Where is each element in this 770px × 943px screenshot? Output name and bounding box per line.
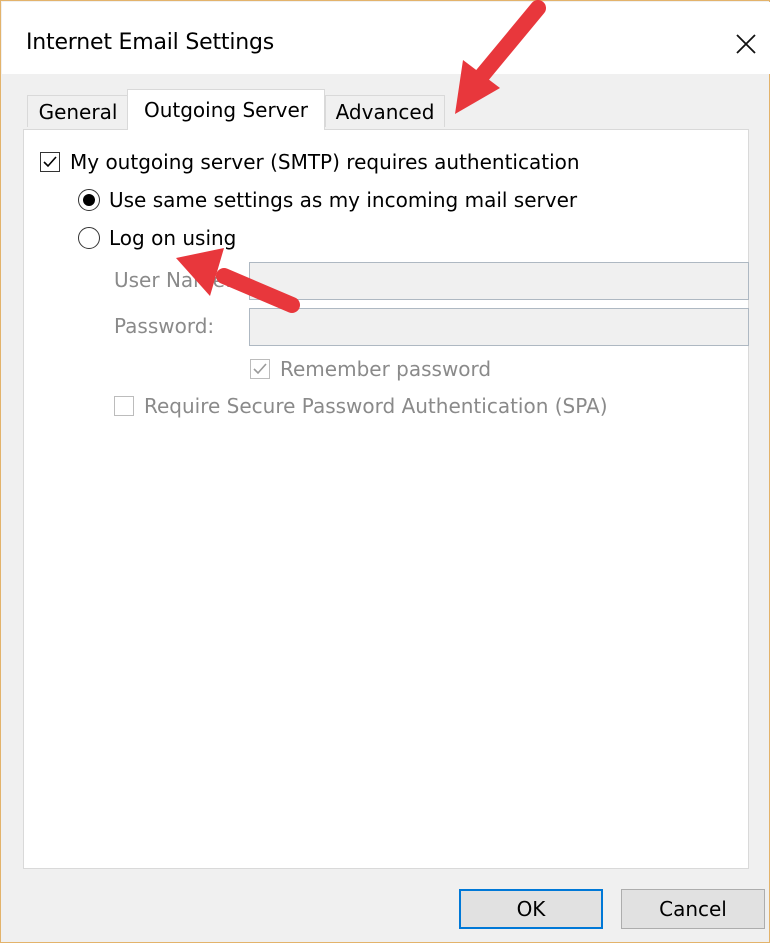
- tab-advanced-label: Advanced: [335, 99, 435, 124]
- tab-outgoing-server-label: Outgoing Server: [143, 98, 309, 122]
- ok-button[interactable]: OK: [459, 889, 603, 929]
- tab-outgoing-server[interactable]: Outgoing Server: [127, 89, 325, 130]
- user-name-label: User Name:: [114, 268, 232, 292]
- tab-strip: General Outgoing Server Advanced: [23, 89, 753, 130]
- radio-same-settings[interactable]: [78, 189, 100, 211]
- radio-same-settings-label: Use same settings as my incoming mail se…: [109, 188, 578, 212]
- radio-same-settings-row[interactable]: Use same settings as my incoming mail se…: [78, 188, 577, 212]
- radio-log-on-using[interactable]: [78, 227, 100, 249]
- password-label-text: Password:: [114, 314, 215, 338]
- close-button[interactable]: [724, 24, 768, 64]
- password-label: Password:: [114, 314, 214, 338]
- close-icon: [736, 34, 756, 54]
- title-bar: Internet Email Settings: [2, 2, 770, 74]
- radio-log-on-row[interactable]: Log on using: [78, 226, 236, 250]
- window-title: Internet Email Settings: [26, 30, 275, 55]
- tab-advanced[interactable]: Advanced: [325, 95, 445, 127]
- cancel-button[interactable]: Cancel: [621, 889, 765, 929]
- remember-password-row[interactable]: Remember password: [250, 357, 491, 381]
- internet-email-settings-dialog: Internet Email Settings General Outgoing…: [0, 0, 770, 943]
- radio-log-on-label: Log on using: [109, 226, 237, 250]
- spa-checkbox[interactable]: [114, 396, 134, 416]
- password-field[interactable]: [249, 308, 749, 346]
- radio-selected-dot: [83, 194, 95, 206]
- tab-general-label: General: [38, 99, 118, 124]
- tab-general[interactable]: General: [27, 95, 129, 127]
- checkmark-icon: [253, 363, 267, 375]
- user-name-label-text: User Name:: [114, 268, 232, 292]
- outgoing-server-panel: My outgoing server (SMTP) requires authe…: [23, 129, 749, 869]
- ok-button-label: OK: [516, 897, 546, 921]
- smtp-auth-checkbox[interactable]: [40, 152, 60, 172]
- user-name-field[interactable]: [249, 262, 749, 300]
- spa-label: Require Secure Password Authentication (…: [144, 394, 608, 418]
- checkmark-icon: [43, 156, 57, 168]
- remember-password-label: Remember password: [280, 357, 492, 381]
- cancel-button-label: Cancel: [659, 897, 727, 921]
- spa-row[interactable]: Require Secure Password Authentication (…: [114, 394, 608, 418]
- smtp-auth-row[interactable]: My outgoing server (SMTP) requires authe…: [40, 150, 580, 174]
- smtp-auth-label: My outgoing server (SMTP) requires authe…: [70, 150, 580, 174]
- remember-password-checkbox[interactable]: [250, 359, 270, 379]
